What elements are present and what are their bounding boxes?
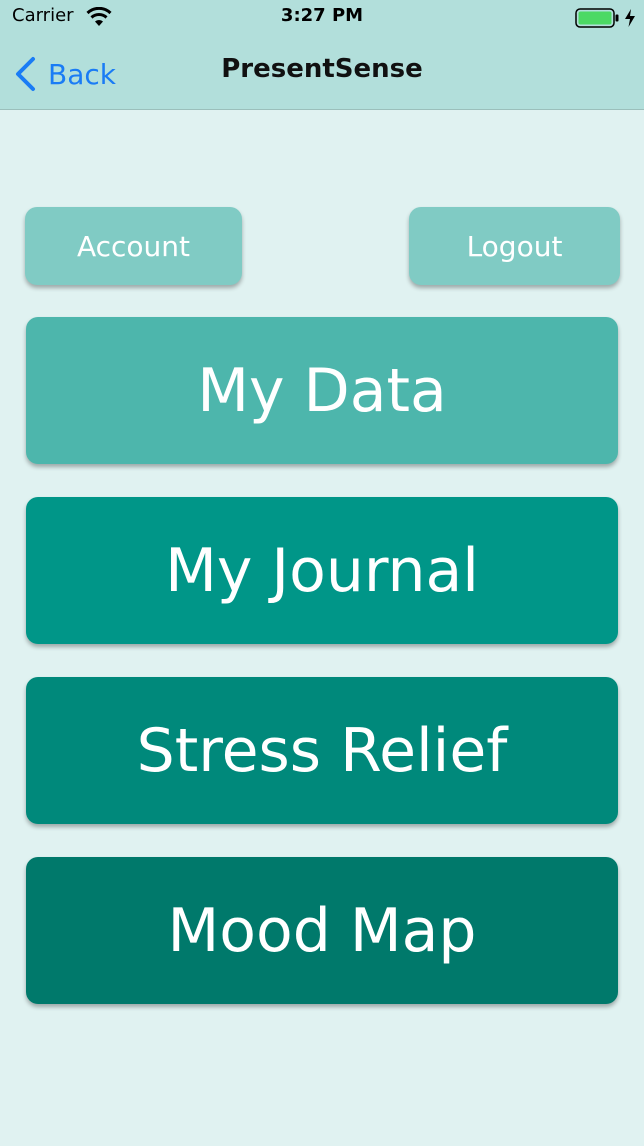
- account-button[interactable]: Account: [25, 207, 242, 285]
- status-bar: Carrier 3:27 PM: [0, 0, 644, 36]
- my-journal-button[interactable]: My Journal: [26, 497, 618, 644]
- navigation-bar: Back PresentSense: [0, 36, 644, 109]
- clock: 3:27 PM: [280, 5, 364, 26]
- my-data-button[interactable]: My Data: [26, 317, 618, 464]
- page-title: PresentSense: [221, 54, 423, 84]
- charging-bolt-icon: [625, 9, 635, 27]
- mood-map-button[interactable]: Mood Map: [26, 857, 618, 1004]
- top-bar: Carrier 3:27 PM Back PresentSense: [0, 0, 644, 110]
- logout-button[interactable]: Logout: [409, 207, 620, 285]
- stress-relief-button[interactable]: Stress Relief: [26, 677, 618, 824]
- battery-icon: [575, 8, 619, 28]
